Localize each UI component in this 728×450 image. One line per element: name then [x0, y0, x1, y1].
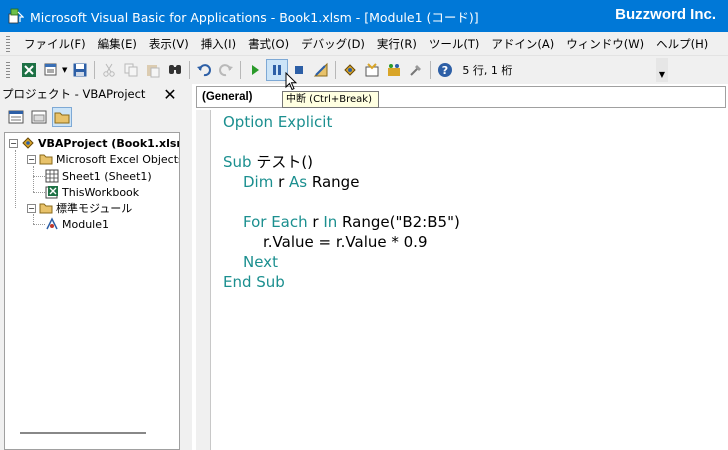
menu-bar: ファイル(F) 編集(E) 表示(V) 挿入(I) 書式(O) デバッグ(D) …	[0, 32, 728, 56]
code-line: Dim r As Range	[243, 173, 360, 191]
toolbar-separator	[189, 61, 191, 79]
tree-label: Microsoft Excel Objects	[56, 152, 180, 166]
tree-node-thisworkbook[interactable]: ThisWorkbook	[45, 184, 139, 200]
standard-toolbar: ▼ ? 5 行, 1 桁	[0, 57, 668, 83]
run-icon[interactable]	[244, 59, 266, 81]
worksheet-icon	[45, 169, 59, 183]
excel-view-icon[interactable]	[18, 59, 40, 81]
tree-label: VBAProject (Book1.xlsm)	[38, 136, 180, 150]
menu-addins[interactable]: アドイン(A)	[485, 33, 560, 55]
object-combo[interactable]: (General)	[196, 86, 726, 108]
insert-module-icon[interactable]	[40, 59, 62, 81]
module-icon	[45, 217, 59, 231]
properties-icon[interactable]	[361, 59, 383, 81]
object-browser-icon[interactable]	[383, 59, 405, 81]
collapse-icon[interactable]: −	[27, 203, 36, 213]
code-line: Option Explicit	[223, 113, 333, 131]
tree-label: Sheet1 (Sheet1)	[62, 169, 152, 183]
project-tree: − VBAProject (Book1.xlsm) − Microsoft Ex…	[4, 132, 180, 450]
project-toolbar	[0, 104, 180, 130]
menu-run[interactable]: 実行(R)	[371, 33, 423, 55]
code-line: Sub テスト()	[223, 153, 314, 171]
mouse-cursor-icon	[285, 71, 298, 94]
cursor-position: 5 行, 1 桁	[462, 64, 513, 77]
folder-open-icon	[39, 201, 53, 215]
view-code-icon[interactable]	[6, 107, 26, 127]
tree-node-module1[interactable]: Module1	[45, 216, 109, 232]
code-line: Next	[243, 253, 278, 271]
collapse-icon[interactable]: −	[9, 138, 18, 148]
tree-node-sheet1[interactable]: Sheet1 (Sheet1)	[45, 168, 152, 184]
code-margin[interactable]	[196, 110, 211, 450]
close-icon[interactable]: ✕	[160, 84, 180, 104]
copy-icon[interactable]	[120, 59, 142, 81]
menubar-grip[interactable]	[6, 35, 10, 52]
tree-node-excel-objects[interactable]: − Microsoft Excel Objects	[27, 151, 180, 167]
menu-format[interactable]: 書式(O)	[242, 33, 295, 55]
toggle-folders-icon[interactable]	[52, 107, 72, 127]
view-object-icon[interactable]	[29, 107, 49, 127]
cut-icon[interactable]	[98, 59, 120, 81]
find-icon[interactable]	[164, 59, 186, 81]
save-icon[interactable]	[69, 59, 91, 81]
project-explorer-icon[interactable]	[339, 59, 361, 81]
toolbar-grip[interactable]	[6, 62, 10, 78]
menu-file[interactable]: ファイル(F)	[18, 33, 92, 55]
tree-label: 標準モジュール	[56, 202, 133, 215]
undo-icon[interactable]	[193, 59, 215, 81]
menu-debug[interactable]: デバッグ(D)	[295, 33, 371, 55]
tree-scrollbar[interactable]	[20, 432, 146, 434]
help-icon[interactable]: ?	[434, 59, 456, 81]
vba-app-icon[interactable]	[8, 8, 24, 24]
insert-dropdown-icon[interactable]: ▼	[62, 66, 67, 74]
tree-node-vbaproject[interactable]: − VBAProject (Book1.xlsm)	[9, 135, 180, 151]
folder-open-icon	[39, 152, 53, 166]
menu-view[interactable]: 表示(V)	[143, 33, 195, 55]
collapse-icon[interactable]: −	[27, 154, 36, 164]
tree-node-modules[interactable]: − 標準モジュール	[27, 200, 132, 216]
svg-text:?: ?	[442, 64, 448, 77]
menu-insert[interactable]: 挿入(I)	[195, 33, 242, 55]
code-line: r.Value = r.Value * 0.9	[263, 233, 428, 251]
vbaproject-icon	[21, 136, 35, 150]
toolbar-separator	[430, 61, 432, 79]
toolbar-options-button[interactable]: ▼	[656, 58, 668, 82]
code-line: End Sub	[223, 273, 285, 291]
tree-label: ThisWorkbook	[62, 185, 140, 199]
menu-edit[interactable]: 編集(E)	[92, 33, 143, 55]
menu-help[interactable]: ヘルプ(H)	[650, 33, 714, 55]
workbook-icon	[45, 185, 59, 199]
toolbox-icon[interactable]	[405, 59, 427, 81]
toolbar-separator	[240, 61, 242, 79]
code-line: For Each r In Range("B2:B5")	[243, 213, 460, 231]
menu-tools[interactable]: ツール(T)	[423, 33, 486, 55]
paste-icon[interactable]	[142, 59, 164, 81]
redo-icon[interactable]	[215, 59, 237, 81]
project-panel-header: プロジェクト - VBAProject	[0, 84, 180, 104]
title-bar: Microsoft Visual Basic for Applications …	[0, 0, 728, 32]
panel-splitter[interactable]	[180, 84, 192, 450]
menu-window[interactable]: ウィンドウ(W)	[560, 33, 650, 55]
toolbar-separator	[94, 61, 96, 79]
design-mode-icon[interactable]	[310, 59, 332, 81]
tree-label: Module1	[62, 217, 109, 231]
brand-label: Buzzword Inc.	[615, 6, 716, 23]
toolbar-separator	[335, 61, 337, 79]
window-title: Microsoft Visual Basic for Applications …	[30, 9, 479, 25]
